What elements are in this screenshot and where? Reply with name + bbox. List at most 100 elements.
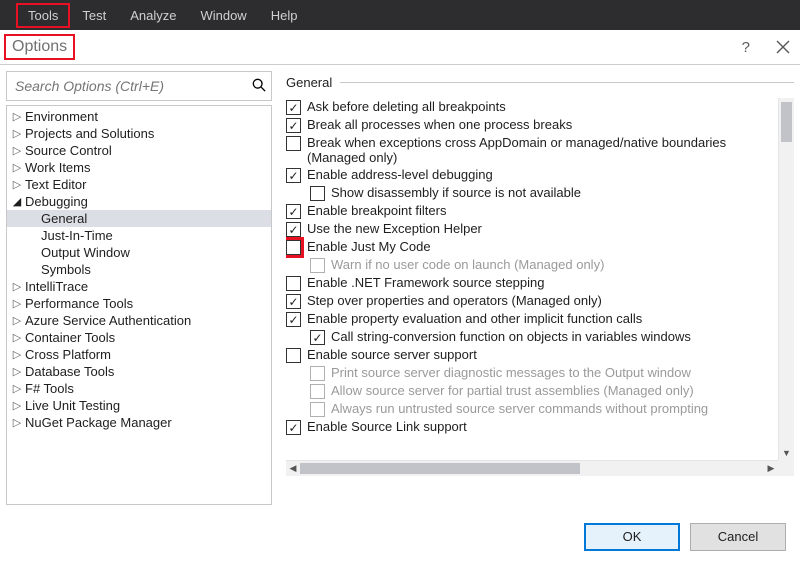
tree-item-work-items[interactable]: ▷Work Items [7,159,271,176]
option-row: Call string-conversion function on objec… [286,328,780,346]
option-row: Ask before deleting all breakpoints [286,98,780,116]
option-label: Enable breakpoint filters [307,203,446,218]
tree-item-label: Work Items [25,160,91,175]
checkbox [310,402,325,417]
tree-item-label: IntelliTrace [25,279,88,294]
search-icon[interactable] [247,78,271,95]
category-tree[interactable]: ▷Environment▷Projects and Solutions▷Sour… [6,105,272,505]
tree-item-just-in-time[interactable]: Just-In-Time [7,227,271,244]
option-label: Enable Just My Code [307,239,431,254]
option-row: Break all processes when one process bre… [286,116,780,134]
chevron-right-icon[interactable]: ▷ [11,297,23,310]
tree-item-intellitrace[interactable]: ▷IntelliTrace [7,278,271,295]
option-label: Enable .NET Framework source stepping [307,275,544,290]
tree-item-debugging[interactable]: ◢Debugging [7,193,271,210]
tree-item-azure-service-authentication[interactable]: ▷Azure Service Authentication [7,312,271,329]
tree-item-text-editor[interactable]: ▷Text Editor [7,176,271,193]
checkbox[interactable] [310,330,325,345]
tree-item-label: Debugging [25,194,88,209]
chevron-right-icon[interactable]: ▷ [11,416,23,429]
menu-help[interactable]: Help [259,3,310,28]
menu-test[interactable]: Test [70,3,118,28]
option-label: Allow source server for partial trust as… [331,383,694,398]
close-icon[interactable] [776,40,790,54]
option-label: Enable Source Link support [307,419,467,434]
tree-item-label: Output Window [41,245,130,260]
tree-item-performance-tools[interactable]: ▷Performance Tools [7,295,271,312]
tree-item-output-window[interactable]: Output Window [7,244,271,261]
chevron-right-icon[interactable]: ▷ [11,127,23,140]
chevron-right-icon[interactable]: ▷ [11,178,23,191]
scroll-down-icon[interactable]: ▼ [779,446,794,460]
checkbox[interactable] [286,222,301,237]
chevron-right-icon[interactable]: ▷ [11,144,23,157]
tree-item-container-tools[interactable]: ▷Container Tools [7,329,271,346]
option-label: Print source server diagnostic messages … [331,365,691,380]
option-row: Show disassembly if source is not availa… [286,184,780,202]
settings-panel: General Ask before deleting all breakpoi… [276,65,800,505]
tree-item-label: Just-In-Time [41,228,113,243]
tree-item-nuget-package-manager[interactable]: ▷NuGet Package Manager [7,414,271,431]
checkbox[interactable] [286,168,301,183]
checkbox[interactable] [286,348,301,363]
chevron-right-icon[interactable]: ▷ [11,280,23,293]
cancel-button[interactable]: Cancel [690,523,786,551]
chevron-right-icon[interactable]: ▷ [11,399,23,412]
option-row: Enable Just My Code [286,238,780,256]
tree-item-live-unit-testing[interactable]: ▷Live Unit Testing [7,397,271,414]
chevron-right-icon[interactable]: ▷ [11,331,23,344]
scroll-thumb[interactable] [300,463,580,474]
tree-item-label: Performance Tools [25,296,133,311]
chevron-right-icon[interactable]: ▷ [11,348,23,361]
checkbox[interactable] [286,420,301,435]
option-label: Call string-conversion function on objec… [331,329,691,344]
chevron-right-icon[interactable]: ▷ [11,365,23,378]
chevron-right-icon[interactable]: ▷ [11,161,23,174]
chevron-down-icon[interactable]: ◢ [11,195,23,208]
tree-item-general[interactable]: General [7,210,271,227]
ok-button[interactable]: OK [584,523,680,551]
dialog-title: Options [6,36,73,58]
menu-window[interactable]: Window [188,3,258,28]
checkbox[interactable] [286,118,301,133]
search-input[interactable] [7,74,247,98]
option-row: Enable .NET Framework source stepping [286,274,780,292]
checkbox[interactable] [286,240,301,255]
scroll-left-icon[interactable]: ◀ [286,461,300,476]
section-divider [340,82,794,83]
checkbox[interactable] [286,294,301,309]
menu-tools[interactable]: Tools [16,3,70,28]
tree-item-label: NuGet Package Manager [25,415,172,430]
tree-item-label: Symbols [41,262,91,277]
scroll-right-icon[interactable]: ▶ [764,461,778,476]
search-box[interactable] [6,71,272,101]
tree-item-cross-platform[interactable]: ▷Cross Platform [7,346,271,363]
checkbox[interactable] [286,204,301,219]
chevron-right-icon[interactable]: ▷ [11,314,23,327]
vertical-scrollbar[interactable]: ▲ ▼ [778,98,794,460]
tree-item-database-tools[interactable]: ▷Database Tools [7,363,271,380]
chevron-right-icon[interactable]: ▷ [11,110,23,123]
chevron-right-icon[interactable]: ▷ [11,382,23,395]
tree-item-symbols[interactable]: Symbols [7,261,271,278]
checkbox[interactable] [286,136,301,151]
help-icon[interactable]: ? [742,39,750,56]
checkbox [310,384,325,399]
menu-analyze[interactable]: Analyze [118,3,188,28]
options-pane: Ask before deleting all breakpointsBreak… [286,98,794,476]
tree-item-label: Live Unit Testing [25,398,120,413]
scroll-thumb[interactable] [781,102,792,142]
checkbox[interactable] [310,186,325,201]
tree-item-environment[interactable]: ▷Environment [7,108,271,125]
tree-item-source-control[interactable]: ▷Source Control [7,142,271,159]
checkbox[interactable] [286,100,301,115]
tree-item-f-tools[interactable]: ▷F# Tools [7,380,271,397]
checkbox[interactable] [286,276,301,291]
option-label: Break all processes when one process bre… [307,117,572,132]
checkbox[interactable] [286,312,301,327]
tree-item-projects-and-solutions[interactable]: ▷Projects and Solutions [7,125,271,142]
option-row: Print source server diagnostic messages … [286,364,780,382]
option-label: Step over properties and operators (Mana… [307,293,602,308]
tree-item-label: Database Tools [25,364,114,379]
horizontal-scrollbar[interactable]: ◀ ▶ [286,460,778,476]
